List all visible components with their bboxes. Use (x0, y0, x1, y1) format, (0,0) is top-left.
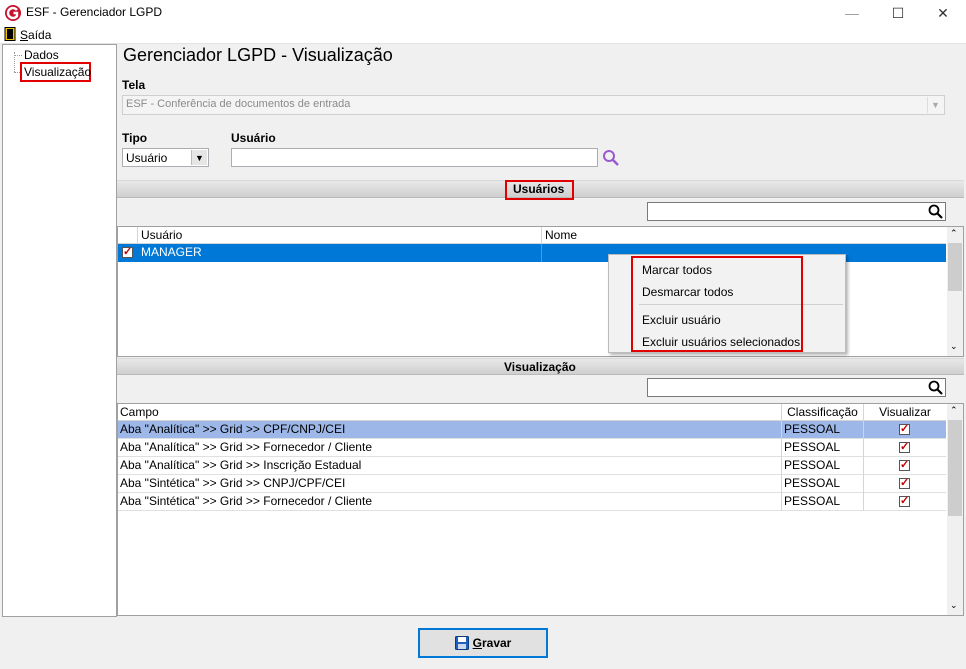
usuarios-search-input[interactable] (647, 202, 946, 221)
visualizacao-section-title: Visualização (504, 360, 576, 374)
cell-usuario: MANAGER (138, 244, 542, 262)
table-row[interactable]: Aba "Sintética" >> Grid >> Fornecedor / … (118, 493, 946, 511)
table-row[interactable]: Aba "Sintética" >> Grid >> CNPJ/CPF/CEI … (118, 475, 946, 493)
table-row[interactable]: Aba "Analítica" >> Grid >> CPF/CNPJ/CEI … (118, 421, 946, 439)
visualizar-checkbox[interactable] (899, 494, 910, 507)
exit-door-icon (4, 27, 16, 41)
tree-item-dados[interactable]: Dados (24, 48, 59, 62)
search-icon[interactable] (928, 380, 943, 395)
cell-campo: Aba "Analítica" >> Grid >> Fornecedor / … (118, 439, 782, 457)
row-checkbox[interactable] (122, 245, 133, 258)
usuarios-section-title: Usuários (513, 182, 565, 196)
cell-campo: Aba "Analítica" >> Grid >> CPF/CNPJ/CEI (118, 421, 782, 439)
tree-item-visualizacao[interactable]: Visualização (24, 65, 91, 79)
cell-classificacao: PESSOAL (782, 493, 864, 511)
save-disk-icon (454, 636, 469, 650)
scroll-up-icon[interactable]: ⌃ (950, 228, 958, 239)
chevron-down-icon[interactable]: ▼ (191, 150, 207, 165)
minimize-button[interactable]: — (829, 0, 875, 26)
visualizacao-scrollbar[interactable]: ⌃ ⌄ (947, 404, 963, 615)
grid-header-campo[interactable]: Campo (118, 404, 782, 420)
table-row[interactable]: Aba "Analítica" >> Grid >> Fornecedor / … (118, 439, 946, 457)
grid-header-visualizar[interactable]: Visualizar (864, 404, 946, 420)
search-icon[interactable] (602, 149, 620, 167)
cell-classificacao: PESSOAL (782, 475, 864, 493)
menu-saida-label: aída (28, 28, 52, 42)
tela-select[interactable]: ESF - Conferência de documentos de entra… (122, 95, 945, 115)
visualizacao-grid-header: Campo Classificação Visualizar (118, 404, 946, 421)
visualizar-checkbox[interactable] (899, 458, 910, 471)
navigation-tree (2, 44, 117, 617)
scroll-up-icon[interactable]: ⌃ (950, 405, 958, 416)
scroll-down-icon[interactable]: ⌄ (950, 600, 958, 611)
visualizacao-search-input[interactable] (647, 378, 946, 397)
window-title: ESF - Gerenciador LGPD (26, 5, 163, 19)
gravar-accel: G (472, 636, 482, 650)
tipo-select[interactable]: Usuário ▼ (122, 148, 209, 167)
menu-bar (0, 26, 966, 44)
usuarios-scrollbar[interactable]: ⌃ ⌄ (947, 227, 963, 356)
cell-campo: Aba "Sintética" >> Grid >> Fornecedor / … (118, 493, 782, 511)
scroll-down-icon[interactable]: ⌄ (950, 341, 958, 352)
cell-classificacao: PESSOAL (782, 457, 864, 475)
search-icon[interactable] (928, 204, 943, 219)
page-title: Gerenciador LGPD - Visualização (123, 45, 393, 65)
gravar-button[interactable]: Gravar (418, 628, 548, 658)
maximize-button[interactable]: ☐ (875, 0, 921, 26)
cell-classificacao: PESSOAL (782, 439, 864, 457)
tela-value: ESF - Conferência de documentos de entra… (126, 98, 351, 110)
cell-campo: Aba "Analítica" >> Grid >> Inscrição Est… (118, 457, 782, 475)
tree-connector (14, 55, 22, 56)
usuarios-grid-header: Usuário Nome (118, 227, 946, 244)
cell-classificacao: PESSOAL (782, 421, 864, 439)
tipo-label: Tipo (122, 131, 148, 145)
grid-header-classificacao[interactable]: Classificação (782, 404, 864, 420)
visualizar-checkbox[interactable] (899, 440, 910, 453)
scroll-thumb[interactable] (948, 243, 962, 291)
gravar-label: ravar (481, 636, 512, 650)
app-logo-icon (5, 5, 21, 21)
highlight-box (631, 256, 803, 352)
usuario-input[interactable] (231, 148, 598, 167)
table-row[interactable]: Aba "Analítica" >> Grid >> Inscrição Est… (118, 457, 946, 475)
grid-header-checkbox-col (118, 227, 138, 243)
close-button[interactable]: ✕ (920, 0, 966, 26)
menu-saida[interactable]: Saída (20, 28, 51, 42)
tipo-value: Usuário (126, 151, 168, 165)
grid-header-nome[interactable]: Nome (542, 227, 842, 243)
tela-label: Tela (122, 78, 146, 92)
visualizar-checkbox[interactable] (899, 476, 910, 489)
menu-saida-accel: S (20, 28, 29, 42)
cell-campo: Aba "Sintética" >> Grid >> CNPJ/CPF/CEI (118, 475, 782, 493)
grid-header-usuario[interactable]: Usuário (138, 227, 542, 243)
usuario-label: Usuário (231, 131, 276, 145)
chevron-down-icon[interactable]: ▼ (927, 97, 943, 113)
scroll-thumb[interactable] (948, 420, 962, 516)
visualizar-checkbox[interactable] (899, 422, 910, 435)
